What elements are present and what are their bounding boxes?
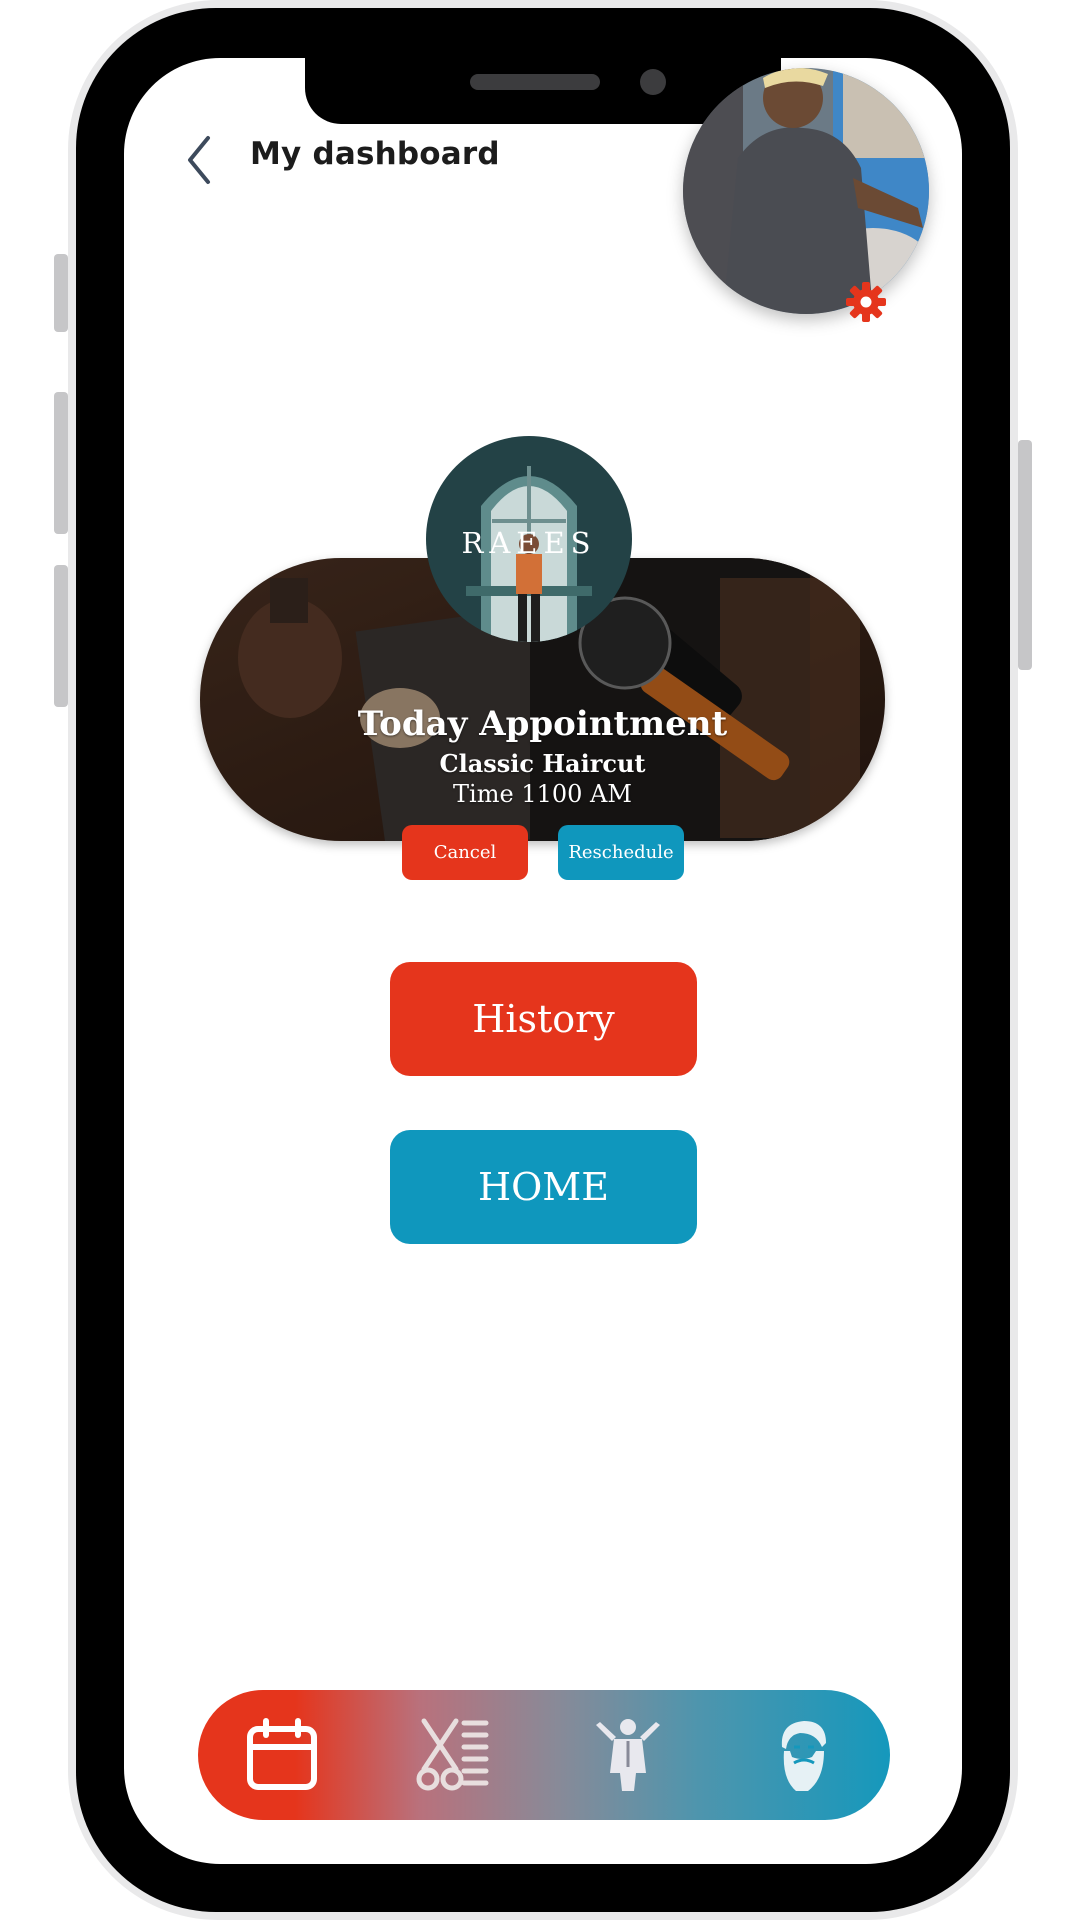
barber-tools-icon xyxy=(416,1718,489,1791)
reschedule-appointment-button[interactable]: Reschedule xyxy=(558,825,684,880)
nav-item-appointments[interactable] xyxy=(244,1717,320,1793)
phone-side-button-volume-up xyxy=(54,392,68,534)
appointment-heading: Today Appointment xyxy=(357,704,728,744)
bottom-navigation-bar xyxy=(198,1690,890,1820)
app-screen: My dashboard RAEES Today Appointment Cla… xyxy=(124,58,962,1864)
history-button[interactable]: History xyxy=(390,962,697,1076)
speaker-grille xyxy=(470,74,600,90)
back-button[interactable] xyxy=(182,130,218,190)
bearded-man-icon xyxy=(781,1721,826,1791)
user-profile-photo[interactable] xyxy=(683,68,929,314)
calendar-icon xyxy=(247,1718,317,1790)
barber-avatar[interactable]: RAEES xyxy=(426,436,632,642)
cancel-appointment-button[interactable]: Cancel xyxy=(402,825,528,880)
phone-side-button-power xyxy=(1018,440,1032,670)
front-camera xyxy=(640,69,666,95)
appointment-time: Time 1100 AM xyxy=(453,780,632,808)
home-button[interactable]: HOME xyxy=(390,1130,697,1244)
nav-item-barbers[interactable] xyxy=(590,1717,666,1793)
barber-name: RAEES xyxy=(461,526,597,560)
appointment-service: Classic Haircut xyxy=(439,749,646,778)
page-title: My dashboard xyxy=(250,136,500,172)
phone-side-button-volume-down xyxy=(54,565,68,707)
phone-side-button-mute xyxy=(54,254,68,332)
settings-gear-icon[interactable] xyxy=(844,280,888,324)
barber-stylist-icon xyxy=(596,1719,660,1791)
nav-item-services[interactable] xyxy=(416,1717,492,1793)
nav-item-profile[interactable] xyxy=(764,1717,840,1793)
chevron-left-icon xyxy=(188,136,210,184)
